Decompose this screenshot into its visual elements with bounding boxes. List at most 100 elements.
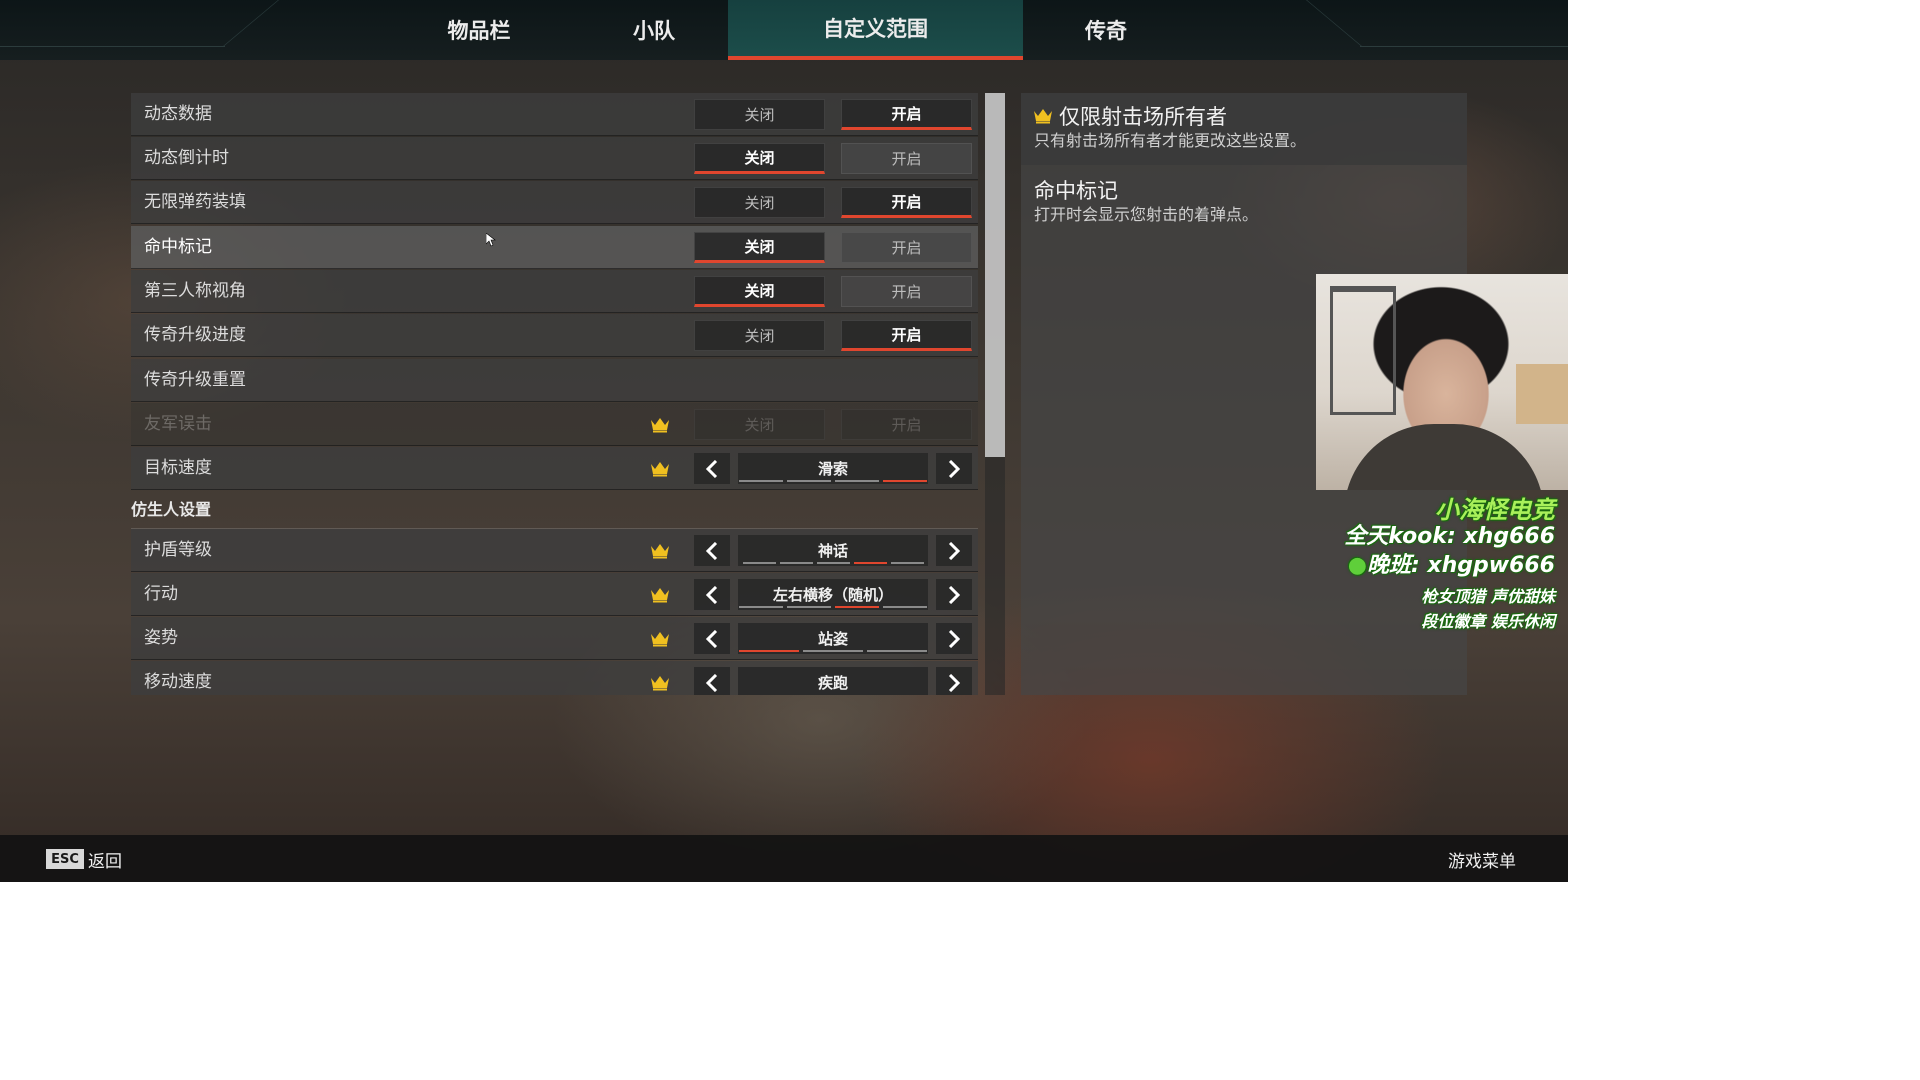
next-arrow-button[interactable] xyxy=(936,579,972,610)
setting-label: 护盾等级 xyxy=(144,540,212,560)
selector-value: 左右横移（随机） xyxy=(772,586,893,604)
option-pip xyxy=(787,606,831,608)
tab-squad[interactable]: 小队 xyxy=(580,0,728,60)
bottom-bar: ESC 返回 游戏菜单 xyxy=(0,835,1568,882)
chevron-right-icon xyxy=(948,585,960,604)
game-menu-button[interactable]: 游戏菜单 xyxy=(1448,847,1516,872)
setting-label: 命中标记 xyxy=(144,237,212,257)
next-arrow-button[interactable] xyxy=(936,453,972,484)
setting-row-live-countdown: 动态倒计时 关闭 开启 xyxy=(131,137,978,180)
next-arrow-button[interactable] xyxy=(936,667,972,695)
prev-arrow-button[interactable] xyxy=(694,453,730,484)
setting-row-legend-upgrade-progress: 传奇升级进度 关闭 开启 xyxy=(131,314,978,357)
mouse-cursor-icon xyxy=(486,233,496,247)
streamer-tags-line-2: 段位徽章 娱乐休闲 xyxy=(1421,612,1555,631)
crown-icon xyxy=(651,632,669,647)
setting-label: 传奇升级进度 xyxy=(144,325,246,345)
on-button[interactable]: 开启 xyxy=(841,187,972,218)
off-button[interactable]: 关闭 xyxy=(694,320,825,351)
on-button: 开启 xyxy=(841,409,972,440)
option-pips xyxy=(738,650,928,652)
option-pip xyxy=(816,562,850,564)
setting-label: 移动速度 xyxy=(144,672,212,692)
option-pip xyxy=(742,562,776,564)
on-button[interactable]: 开启 xyxy=(841,276,972,307)
webcam-streamer-body xyxy=(1344,424,1544,490)
option-pip xyxy=(779,562,813,564)
off-button[interactable]: 关闭 xyxy=(694,276,825,307)
setting-row-movement: 行动 左右横移（随机） xyxy=(131,573,978,616)
option-pip-active xyxy=(739,650,799,652)
setting-row-move-speed: 移动速度 疾跑 xyxy=(131,661,978,695)
prev-arrow-button[interactable] xyxy=(694,579,730,610)
off-button[interactable]: 关闭 xyxy=(694,232,825,263)
value-selector: 滑索 xyxy=(738,453,928,484)
tab-legends[interactable]: 传奇 xyxy=(1032,0,1180,60)
on-button[interactable]: 开启 xyxy=(841,320,972,351)
value-selector: 左右横移（随机） xyxy=(738,579,928,610)
setting-label: 行动 xyxy=(144,584,178,604)
option-pip xyxy=(867,650,927,652)
off-button[interactable]: 关闭 xyxy=(694,143,825,174)
crown-icon xyxy=(651,544,669,559)
back-button[interactable]: 返回 xyxy=(88,847,122,872)
on-button[interactable]: 开启 xyxy=(841,99,972,130)
option-pip xyxy=(890,562,924,564)
option-pip-active xyxy=(883,480,927,482)
setting-row-stance: 姿势 站姿 xyxy=(131,617,978,660)
section-header-dummy-settings: 仿生人设置 xyxy=(131,492,978,529)
settings-scrollbar[interactable] xyxy=(985,93,1005,695)
scrollbar-thumb[interactable] xyxy=(985,93,1005,457)
next-arrow-button[interactable] xyxy=(936,623,972,654)
option-pips xyxy=(738,562,928,564)
chevron-right-icon xyxy=(948,459,960,478)
owner-only-notice: 仅限射击场所有者 只有射击场所有者才能更改这些设置。 xyxy=(1021,93,1467,165)
webcam-background-box xyxy=(1516,364,1568,424)
value-selector: 疾跑 xyxy=(738,667,928,695)
next-arrow-button[interactable] xyxy=(936,535,972,566)
chevron-left-icon xyxy=(706,629,718,648)
esc-key-icon[interactable]: ESC xyxy=(46,849,84,869)
section-title: 仿生人设置 xyxy=(131,500,212,519)
option-pips xyxy=(738,480,928,482)
option-pip-active xyxy=(853,562,887,564)
setting-row-target-speed: 目标速度 滑索 xyxy=(131,447,978,490)
setting-label: 动态倒计时 xyxy=(144,148,229,168)
setting-row-legend-upgrade-reset[interactable]: 传奇升级重置 xyxy=(131,359,978,402)
crown-icon xyxy=(1034,109,1052,124)
setting-label: 目标速度 xyxy=(144,458,212,478)
off-button: 关闭 xyxy=(694,409,825,440)
on-button[interactable]: 开启 xyxy=(841,143,972,174)
crown-icon xyxy=(651,418,669,433)
prev-arrow-button[interactable] xyxy=(694,623,730,654)
selector-value: 站姿 xyxy=(817,630,848,648)
on-button[interactable]: 开启 xyxy=(841,232,972,263)
tab-inventory[interactable]: 物品栏 xyxy=(404,0,554,60)
streamer-wechat-id: ●晚班: xhgpw666 xyxy=(1330,547,1555,579)
selected-setting-description: 打开时会显示您射击的着弹点。 xyxy=(1034,205,1259,224)
owner-notice-description: 只有射击场所有者才能更改这些设置。 xyxy=(1034,131,1307,150)
setting-row-hit-markers[interactable]: 命中标记 关闭 开启 xyxy=(131,226,978,269)
streamer-tags-line-1: 枪女顶猎 声优甜妹 xyxy=(1421,587,1555,606)
setting-label: 姿势 xyxy=(144,628,178,648)
setting-row-shield-level: 护盾等级 神话 xyxy=(131,529,978,572)
setting-label: 第三人称视角 xyxy=(144,281,246,301)
setting-label: 动态数据 xyxy=(144,104,212,124)
off-button[interactable]: 关闭 xyxy=(694,99,825,130)
option-pip xyxy=(787,480,831,482)
prev-arrow-button[interactable] xyxy=(694,535,730,566)
option-pip xyxy=(883,606,927,608)
option-pip xyxy=(739,480,783,482)
tab-custom-range[interactable]: 自定义范围 xyxy=(728,0,1023,60)
chevron-left-icon xyxy=(706,541,718,560)
off-button[interactable]: 关闭 xyxy=(694,187,825,218)
prev-arrow-button[interactable] xyxy=(694,667,730,695)
setting-label: 无限弹药装填 xyxy=(144,192,246,212)
setting-row-third-person: 第三人称视角 关闭 开启 xyxy=(131,270,978,313)
selector-value: 神话 xyxy=(817,542,848,560)
setting-row-infinite-ammo: 无限弹药装填 关闭 开启 xyxy=(131,181,978,224)
selector-value: 疾跑 xyxy=(817,674,848,692)
streamer-kook-id: 全天kook: xhg666 xyxy=(1344,524,1555,549)
option-pip xyxy=(803,650,863,652)
option-pip xyxy=(835,480,879,482)
